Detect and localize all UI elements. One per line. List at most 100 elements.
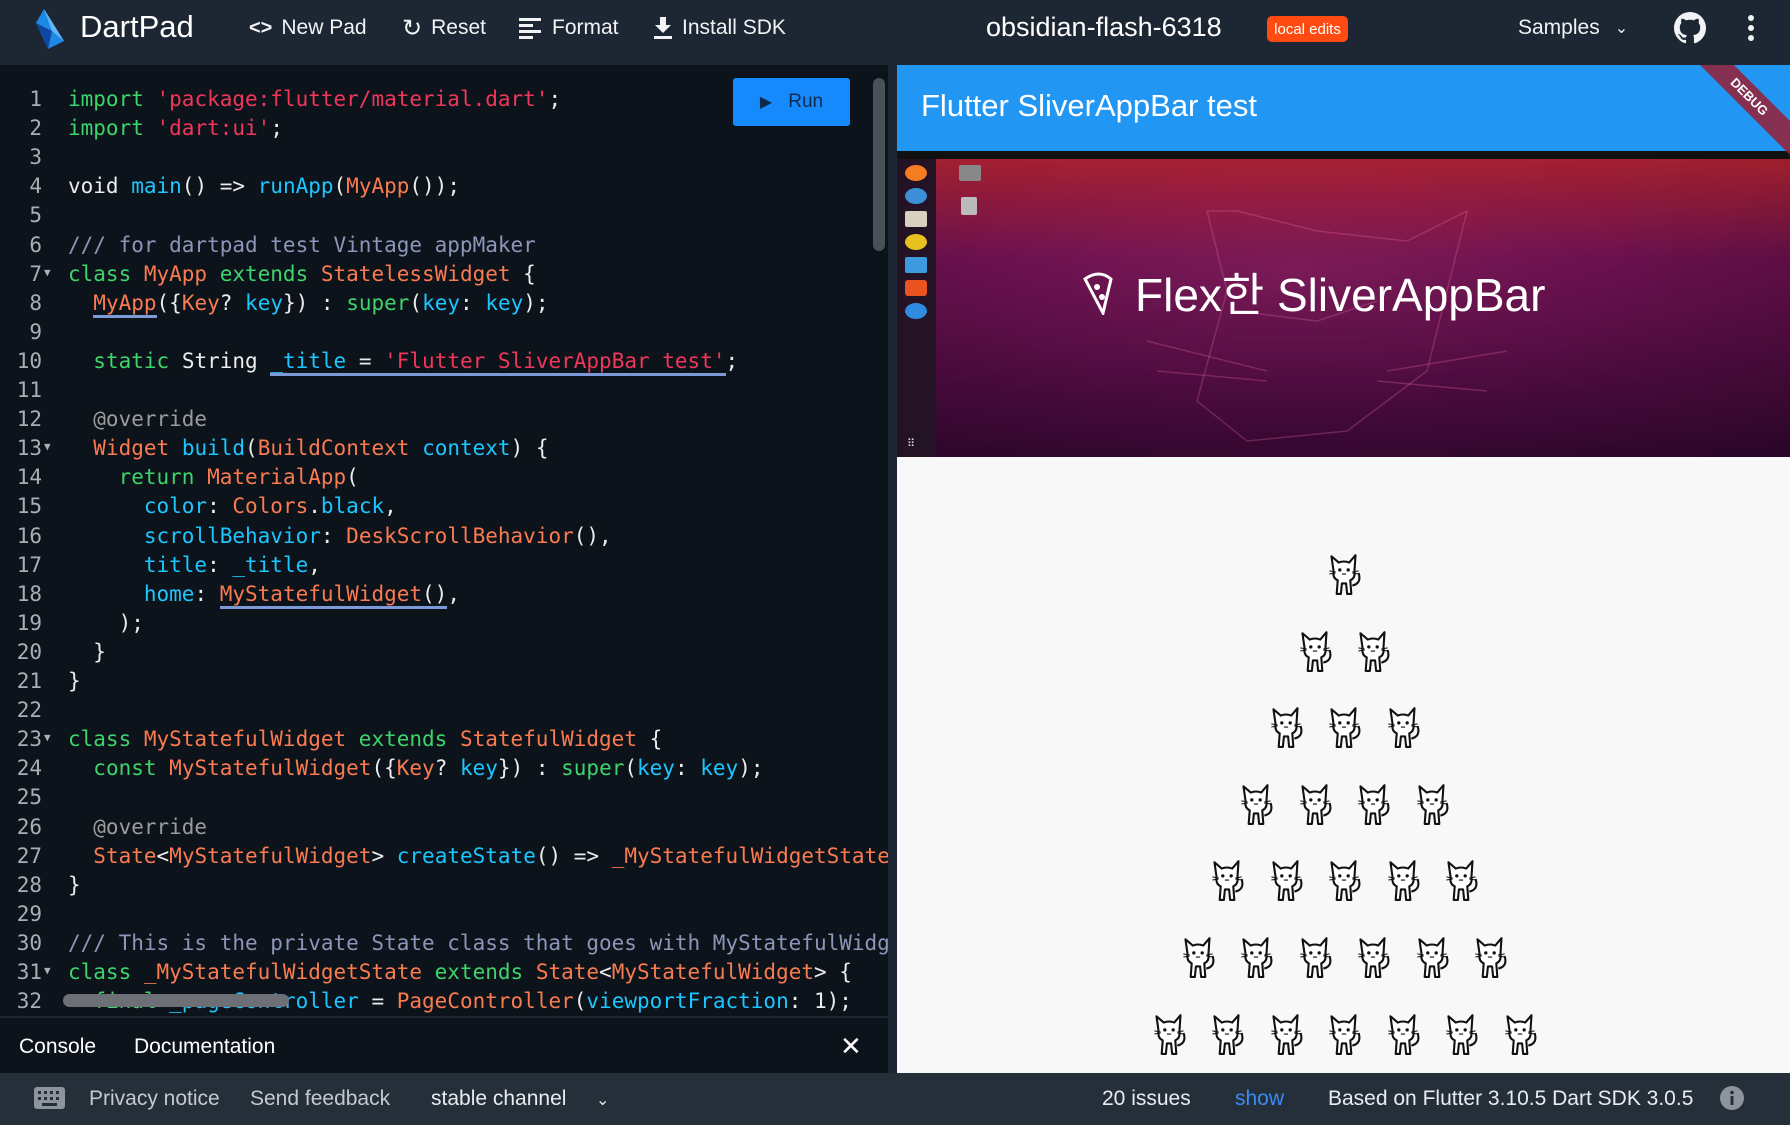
code-token: _title <box>232 552 309 577</box>
code-token: static <box>93 348 182 373</box>
code-token: extends <box>346 727 460 752</box>
code-line[interactable]: 9 <box>0 318 888 347</box>
code-line[interactable]: 28} <box>0 871 888 900</box>
code-line[interactable]: 16 scrollBehavior: DeskScrollBehavior(), <box>0 522 888 551</box>
cat-icon <box>1380 1010 1426 1056</box>
code-token: 'dart:ui' <box>156 116 271 141</box>
code-line[interactable]: 31 ▼ class _MyStatefulWidgetState extends … <box>0 958 888 987</box>
cat-icon <box>1233 780 1279 826</box>
run-button[interactable]: ▶ Run <box>733 78 850 126</box>
code-token: : <box>194 581 220 606</box>
samples-dropdown[interactable]: Samples ⌄ <box>1518 0 1628 56</box>
code-token: ); <box>523 290 549 315</box>
github-icon[interactable] <box>1674 12 1706 44</box>
close-icon[interactable]: ✕ <box>840 1031 862 1062</box>
code-line[interactable]: 27 State<MyStatefulWidget> createState()… <box>0 842 888 871</box>
code-token: super <box>561 756 625 781</box>
app-preview[interactable]: Flutter SliverAppBar test ⠿ Flex한 Sliver… <box>897 65 1790 1073</box>
code-token: class <box>68 727 144 752</box>
cat-icon <box>1321 856 1367 902</box>
code-line[interactable]: 23 ▼ class MyStatefulWidget extends Statef… <box>0 725 888 754</box>
code-line[interactable]: 7 ▼ class MyApp extends StatelessWidget { <box>0 260 888 289</box>
refresh-icon: ↻ <box>402 14 423 42</box>
code-line[interactable]: 15 color: Colors.black, <box>0 492 888 521</box>
code-line[interactable]: 4 void main() => runApp(MyApp()); <box>0 172 888 201</box>
privacy-notice-link[interactable]: Privacy notice <box>89 1087 220 1111</box>
code-token: scrollBehavior <box>143 523 321 548</box>
info-icon[interactable] <box>1720 1086 1744 1110</box>
channel-selector[interactable]: stable channel <box>431 1087 566 1111</box>
fold-arrow-icon[interactable]: ▼ <box>44 432 51 461</box>
fold-arrow-icon[interactable]: ▼ <box>44 258 51 287</box>
keyboard-icon[interactable] <box>34 1087 65 1109</box>
cat-icon <box>1263 856 1309 902</box>
editor-horizontal-scrollbar[interactable] <box>63 994 289 1007</box>
code-line[interactable]: 30 /// This is the private State class th… <box>0 929 888 958</box>
home-folder-icon <box>959 165 981 181</box>
more-options-icon[interactable] <box>1746 14 1756 42</box>
code-token: , <box>384 494 397 519</box>
rhythmbox-icon <box>905 234 927 250</box>
line-number: 29 <box>16 901 42 926</box>
code-token: { <box>636 727 663 752</box>
send-feedback-link[interactable]: Send feedback <box>250 1087 390 1111</box>
format-label: Format <box>552 16 619 39</box>
code-line[interactable]: 29 <box>0 900 888 929</box>
documentation-tab[interactable]: Documentation <box>134 1035 275 1059</box>
split-divider[interactable] <box>888 65 897 1073</box>
code-token: , <box>447 581 460 606</box>
code-token: State <box>93 843 157 868</box>
code-token: viewportFraction <box>586 989 789 1014</box>
code-line[interactable]: 12 @override <box>0 405 888 434</box>
code-token: ); <box>68 610 144 635</box>
code-line[interactable]: 6 /// for dartpad test Vintage appMaker <box>0 231 888 260</box>
editor-vertical-scrollbar[interactable] <box>873 78 885 251</box>
cat-icon <box>1380 856 1426 902</box>
code-editor[interactable]: 1 import 'package:flutter/material.dart';… <box>0 65 888 1016</box>
code-line[interactable]: 14 return MaterialApp( <box>0 463 888 492</box>
cat-icon <box>1497 1010 1543 1056</box>
code-token: main <box>131 174 182 199</box>
code-line[interactable]: 20 } <box>0 638 888 667</box>
cat-icon <box>1204 856 1250 902</box>
line-number: 24 <box>16 756 42 781</box>
code-token: title <box>143 552 208 577</box>
console-tab[interactable]: Console <box>19 1035 96 1059</box>
code-token: ; <box>548 87 562 111</box>
show-issues-link[interactable]: show <box>1235 1087 1284 1111</box>
code-line[interactable]: 22 <box>0 696 888 725</box>
line-number: 16 <box>16 523 42 548</box>
fold-arrow-icon[interactable]: ▼ <box>44 723 51 752</box>
code-line[interactable]: 8 MyApp({Key? key}) : super(key: key); <box>0 289 888 318</box>
firefox-icon <box>905 165 927 181</box>
code-token: 'package:flutter/material.dart' <box>156 87 549 111</box>
pad-title[interactable]: obsidian-flash-6318 <box>986 12 1222 43</box>
code-token: MyApp <box>143 261 208 286</box>
code-line[interactable]: 11 <box>0 376 888 405</box>
chevron-down-icon[interactable]: ⌄ <box>596 1090 609 1110</box>
fold-arrow-icon[interactable]: ▼ <box>44 956 51 985</box>
code-line[interactable]: 21} <box>0 667 888 696</box>
code-line[interactable]: 26 @override <box>0 813 888 842</box>
code-line[interactable]: 13 ▼ Widget build(BuildContext context) { <box>0 434 888 463</box>
line-number: 13 <box>16 436 42 461</box>
new-pad-button[interactable]: <> New Pad <box>249 0 367 56</box>
code-text: import 'dart:ui'; <box>68 114 283 143</box>
install-sdk-button[interactable]: Install SDK <box>653 0 786 56</box>
line-number: 23 <box>16 727 42 752</box>
format-button[interactable]: Format <box>519 0 619 56</box>
code-line[interactable]: 24 const MyStatefulWidget({Key? key}) : … <box>0 754 888 783</box>
code-token: ( <box>245 436 258 461</box>
code-line[interactable]: 17 title: _title, <box>0 551 888 580</box>
code-line[interactable]: 18 home: MyStatefulWidget(), <box>0 580 888 609</box>
code-line[interactable]: 3 <box>0 143 888 172</box>
code-line[interactable]: 5 <box>0 201 888 230</box>
code-line[interactable]: 10 static String _title = 'Flutter Slive… <box>0 347 888 376</box>
code-token: class <box>68 261 144 286</box>
reset-button[interactable]: ↻ Reset <box>402 0 486 56</box>
code-line[interactable]: 19 ); <box>0 609 888 638</box>
code-line[interactable]: 25 <box>0 783 888 812</box>
